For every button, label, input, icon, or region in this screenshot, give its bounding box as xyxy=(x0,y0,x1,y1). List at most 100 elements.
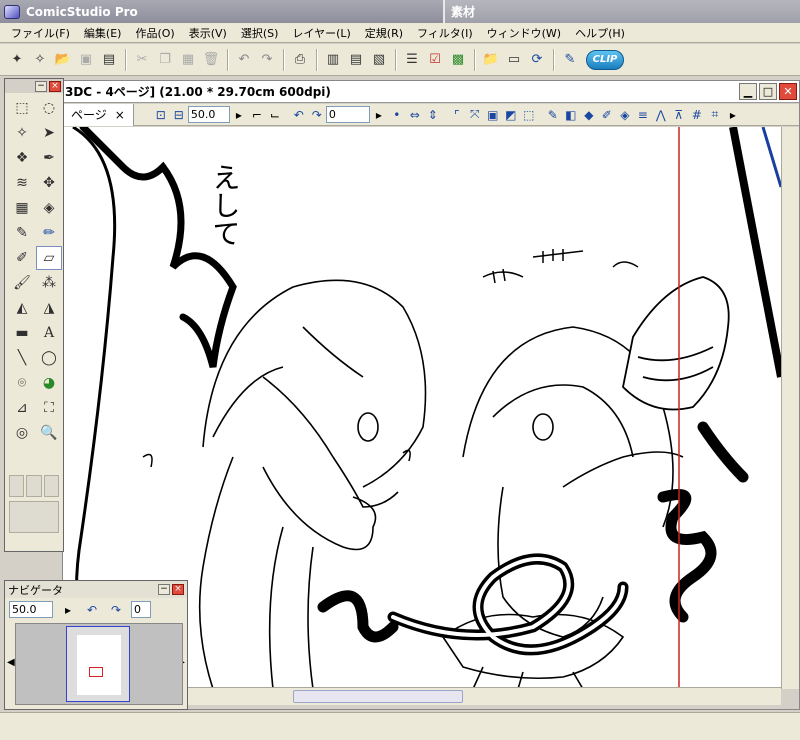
rotate-right-icon[interactable]: ↷ xyxy=(308,108,326,122)
vertical-scrollbar[interactable] xyxy=(781,127,799,689)
menu-select[interactable]: 選択(S) xyxy=(234,25,286,41)
properties-icon[interactable]: ☰ xyxy=(401,49,423,71)
menu-layer[interactable]: レイヤー(L) xyxy=(285,25,357,41)
fill-icon[interactable]: ◆ xyxy=(580,108,598,122)
zoom-icon[interactable]: 🔍 xyxy=(36,421,62,445)
eraser-icon[interactable]: ◈ xyxy=(616,108,634,122)
material-folder-icon[interactable]: 📁 xyxy=(480,49,502,71)
gradient-icon[interactable]: ▬ xyxy=(9,321,35,345)
menu-ruler[interactable]: 定規(R) xyxy=(358,25,410,41)
palette-minimize-button[interactable]: − xyxy=(35,80,47,92)
zoom-input[interactable]: 50.0 xyxy=(187,106,230,123)
navigator-left-arrow-icon[interactable]: ◀ xyxy=(7,657,15,668)
tone-icon[interactable]: ◩ xyxy=(502,108,520,122)
window-icon[interactable]: ▭ xyxy=(503,49,525,71)
menu-help[interactable]: ヘルプ(H) xyxy=(568,25,632,41)
plugin-icon[interactable]: ✎ xyxy=(559,49,581,71)
fit-height-icon[interactable]: ⌙ xyxy=(266,108,284,122)
navigator-rotate-right-icon[interactable]: ↷ xyxy=(107,603,125,617)
trash-icon[interactable]: 🗑 xyxy=(200,49,222,71)
magic-wand-icon[interactable]: ✧ xyxy=(9,121,35,145)
pencil-icon[interactable]: ✏ xyxy=(36,221,62,245)
save-icon[interactable]: ▣ xyxy=(75,49,97,71)
navigator-rotate-left-icon[interactable]: ↶ xyxy=(83,603,101,617)
menu-filter[interactable]: フィルタ(I) xyxy=(410,25,480,41)
swatch[interactable] xyxy=(9,475,25,497)
grid-alt-icon[interactable]: ⌗ xyxy=(706,107,724,122)
zoom-arrow-icon[interactable]: ▸ xyxy=(230,108,248,122)
text-icon[interactable]: A xyxy=(36,321,62,345)
balloon-icon[interactable]: ⌾ xyxy=(9,371,35,395)
palette-close-button[interactable]: × xyxy=(49,80,61,92)
copy-icon[interactable]: ❐ xyxy=(154,49,176,71)
reset-icon[interactable]: • xyxy=(388,108,406,122)
rotation-arrow-icon[interactable]: ▸ xyxy=(370,108,388,122)
triangle-ruler-icon[interactable]: ⊼ xyxy=(670,108,688,122)
menu-edit[interactable]: 編集(E) xyxy=(77,25,129,41)
rotate-left-icon[interactable]: ↶ xyxy=(290,108,308,122)
flip-horizontal-icon[interactable]: ⇔ xyxy=(406,108,424,122)
ellipse-icon[interactable]: ◯ xyxy=(36,346,62,370)
fill-tool-icon[interactable]: ◭ xyxy=(9,296,35,320)
lasso-icon[interactable]: ◌ xyxy=(36,96,62,120)
clip-logo[interactable]: CLIP xyxy=(586,49,624,70)
marker-icon[interactable]: ✐ xyxy=(9,246,35,270)
story-view-icon[interactable]: ▧ xyxy=(368,49,390,71)
eraser-tool-icon[interactable]: ▱ xyxy=(36,246,62,270)
swatch[interactable] xyxy=(26,475,42,497)
navigator-zoom-input[interactable]: 50.0 xyxy=(9,601,53,618)
dropdown-icon[interactable]: ▸ xyxy=(724,108,742,122)
move-icon[interactable]: ✥ xyxy=(36,171,62,195)
perspective-icon[interactable]: ⋀ xyxy=(652,108,670,122)
grid-icon[interactable]: # xyxy=(688,108,706,122)
close-button[interactable]: ✕ xyxy=(779,83,797,100)
paste-icon[interactable]: ▦ xyxy=(177,49,199,71)
menu-view[interactable]: 表示(V) xyxy=(182,25,234,41)
tab-close-icon[interactable]: × xyxy=(115,108,125,122)
selection-icon[interactable]: ⬚ xyxy=(520,108,538,122)
rotate-view-icon[interactable]: ◎ xyxy=(9,421,35,445)
page-view-icon[interactable]: ▥ xyxy=(322,49,344,71)
zoom-out-icon[interactable]: ⊟ xyxy=(170,108,188,122)
stamp-icon[interactable]: ⛶ xyxy=(36,396,62,420)
navigator-minimize-button[interactable]: − xyxy=(158,584,170,595)
pen-icon[interactable]: ✎ xyxy=(544,108,562,122)
layers-tool-icon[interactable]: ≋ xyxy=(9,171,35,195)
undo-icon[interactable]: ↶ xyxy=(233,49,255,71)
navigator-close-button[interactable]: × xyxy=(172,584,184,595)
crop-marks-icon[interactable]: ⌜ xyxy=(448,108,466,122)
layer-view-icon[interactable]: ▤ xyxy=(345,49,367,71)
minimize-button[interactable]: ▁ xyxy=(739,83,757,100)
sync-icon[interactable]: ⟳ xyxy=(526,49,548,71)
menu-file[interactable]: ファイル(F) xyxy=(4,25,77,41)
balloon-tail-icon[interactable]: ◕ xyxy=(36,371,62,395)
image-icon[interactable]: ▣ xyxy=(484,108,502,122)
menu-work[interactable]: 作品(O) xyxy=(128,25,181,41)
navigator-rotation-input[interactable]: 0 xyxy=(131,601,151,618)
flip-vertical-icon[interactable]: ⇕ xyxy=(424,108,442,122)
cube-icon[interactable]: ◈ xyxy=(36,196,62,220)
eyedropper-icon[interactable]: ✒ xyxy=(36,146,62,170)
object-select-icon[interactable]: ➤ xyxy=(36,121,62,145)
rect-select-icon[interactable]: ⬚ xyxy=(9,96,35,120)
tab-page[interactable]: ページ × xyxy=(63,103,134,126)
airbrush-icon[interactable]: ⁂ xyxy=(36,271,62,295)
maximize-button[interactable]: □ xyxy=(759,83,777,100)
cut-icon[interactable]: ✂ xyxy=(131,49,153,71)
rotation-input[interactable]: 0 xyxy=(325,106,370,123)
save-as-icon[interactable]: ▤ xyxy=(98,49,120,71)
square-icon[interactable]: ◧ xyxy=(562,108,580,122)
navigator-zoom-arrow-icon[interactable]: ▸ xyxy=(59,603,77,617)
pattern-icon[interactable]: ◮ xyxy=(36,296,62,320)
new-icon[interactable]: ✦ xyxy=(6,49,28,71)
fit-page-icon[interactable]: ⊡ xyxy=(152,108,170,122)
frame-icon[interactable]: ▦ xyxy=(9,196,35,220)
checklist-icon[interactable]: ☑ xyxy=(424,49,446,71)
scrollbar-thumb[interactable] xyxy=(293,690,463,703)
brush-tool-icon[interactable]: 🖌 xyxy=(9,271,35,295)
open-folder-icon[interactable]: 📂 xyxy=(52,49,74,71)
line-icon[interactable]: ╲ xyxy=(9,346,35,370)
layer-move-icon[interactable]: ❖ xyxy=(9,146,35,170)
layers-icon[interactable]: ≡ xyxy=(634,108,652,122)
redo-icon[interactable]: ↷ xyxy=(256,49,278,71)
